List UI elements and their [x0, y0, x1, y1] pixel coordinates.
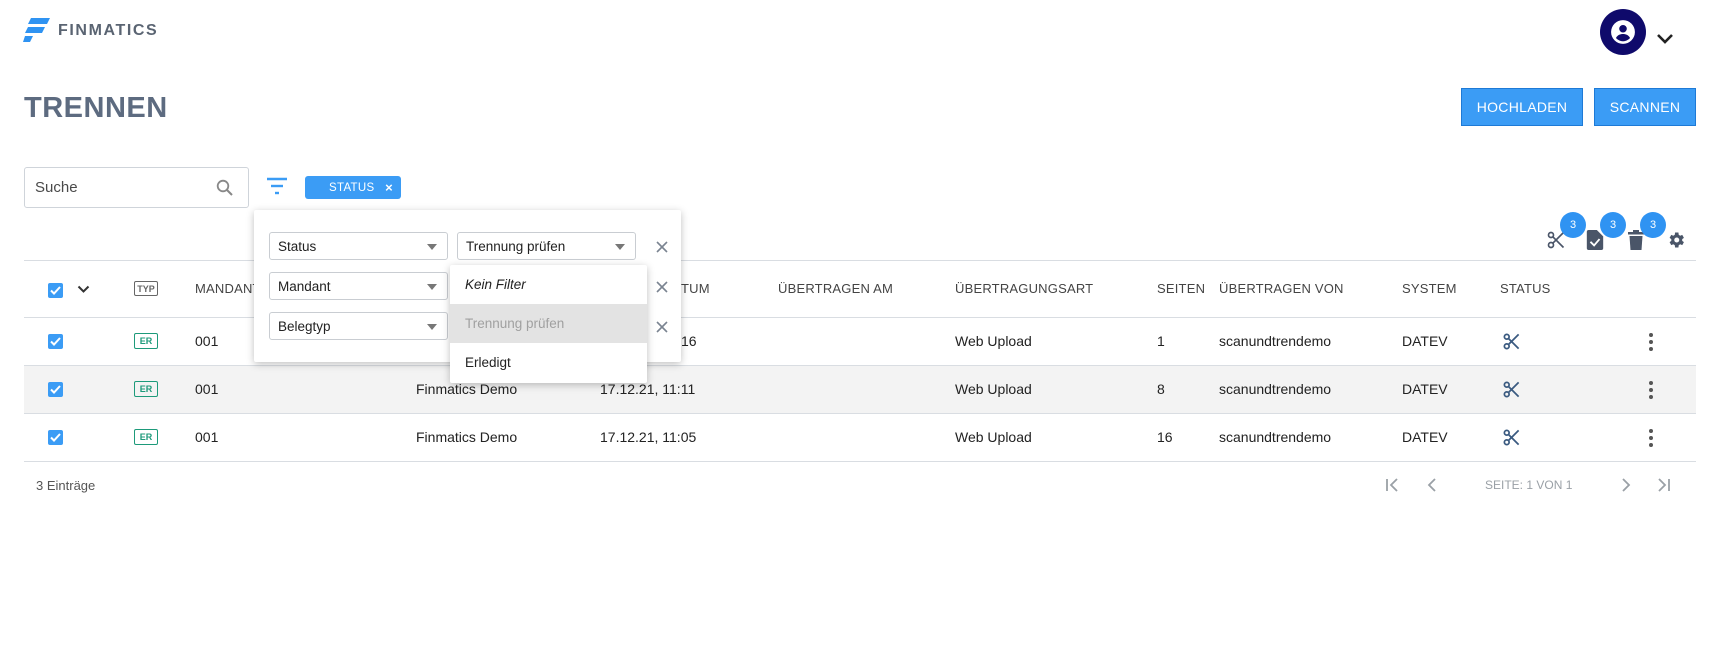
cell-seiten: 16 — [1157, 429, 1173, 445]
filter-field-value: Mandant — [278, 278, 331, 294]
split-status-icon[interactable] — [1502, 380, 1521, 399]
next-page-icon[interactable] — [1618, 477, 1634, 493]
remove-filter-chip-icon[interactable]: × — [385, 180, 393, 195]
delete-count-badge: 3 — [1640, 212, 1666, 238]
cell-seiten: 8 — [1157, 381, 1165, 397]
filter-field-select[interactable]: Status — [269, 232, 448, 260]
document-type-badge: ER — [134, 429, 158, 445]
page-title: TRENNEN — [24, 92, 168, 124]
approve-document-icon[interactable] — [1586, 230, 1604, 250]
previous-page-icon[interactable] — [1424, 477, 1440, 493]
remove-filter-row-icon[interactable] — [656, 321, 668, 333]
scan-button[interactable]: SCANNEN — [1594, 88, 1696, 126]
caret-down-icon — [427, 284, 437, 290]
status-filter-chip-label: STATUS — [329, 181, 375, 194]
cell-system: DATEV — [1402, 381, 1448, 397]
split-status-icon[interactable] — [1502, 332, 1521, 351]
cell-system: DATEV — [1402, 333, 1448, 349]
cell-mandant: 001 — [195, 429, 219, 445]
select-all-checkbox[interactable] — [48, 283, 63, 298]
search-box — [24, 167, 249, 208]
remove-filter-row-icon[interactable] — [656, 241, 668, 253]
filter-field-select[interactable]: Mandant — [269, 272, 448, 300]
dropdown-option-trennung-pruefen[interactable]: Trennung prüfen — [450, 304, 647, 343]
upload-button[interactable]: HOCHLADEN — [1461, 88, 1583, 126]
finmatics-logo[interactable]: FINMATICS — [23, 18, 158, 44]
cell-datum: 17.12.21, 11:11 — [600, 381, 696, 397]
column-header-system[interactable]: SYSTEM — [1402, 281, 1457, 296]
brand-name: FINMATICS — [58, 22, 159, 39]
last-page-icon[interactable] — [1656, 477, 1672, 493]
filter-icon[interactable] — [266, 177, 288, 195]
cell-datum: 16 — [681, 333, 697, 349]
dropdown-option-erledigt[interactable]: Erledigt — [450, 343, 647, 382]
row-divider — [24, 365, 1696, 366]
page-indicator: SEITE: 1 VON 1 — [1485, 478, 1573, 492]
cell-mandant: 001 — [195, 381, 219, 397]
approve-count-badge: 3 — [1600, 212, 1626, 238]
split-count-badge: 3 — [1560, 212, 1586, 238]
delete-icon[interactable] — [1628, 230, 1644, 250]
first-page-icon[interactable] — [1384, 477, 1400, 493]
search-icon[interactable] — [216, 179, 234, 197]
row-more-menu-icon[interactable] — [1649, 429, 1653, 447]
row-more-menu-icon[interactable] — [1649, 381, 1653, 399]
user-avatar[interactable] — [1600, 9, 1646, 55]
cell-uebertragen-von: scanundtrendemo — [1219, 429, 1332, 445]
column-header-mandant[interactable]: MANDANT — [195, 281, 261, 296]
filter-value-select[interactable]: Trennung prüfen — [457, 232, 636, 260]
account-circle-icon — [1611, 20, 1635, 44]
filter-field-value: Belegtyp — [278, 318, 331, 334]
cell-seiten: 1 — [1157, 333, 1165, 349]
dropdown-option-no-filter[interactable]: Kein Filter — [450, 265, 647, 304]
document-type-badge: ER — [134, 381, 158, 397]
column-header-uebertragen-am[interactable]: ÜBERTRAGEN AM — [778, 281, 893, 296]
entry-count: 3 Einträge — [36, 478, 96, 493]
cell-uebertragen-von: scanundtrendemo — [1219, 381, 1332, 397]
cell-uebertragungsart: Web Upload — [955, 333, 1032, 349]
cell-uebertragen-von: scanundtrendemo — [1219, 333, 1332, 349]
filter-field-select[interactable]: Belegtyp — [269, 312, 448, 340]
row-checkbox[interactable] — [48, 382, 63, 397]
column-header-status[interactable]: STATUS — [1500, 281, 1551, 296]
settings-gear-icon[interactable] — [1666, 230, 1686, 250]
filter-field-value: Status — [278, 238, 317, 254]
row-divider — [24, 461, 1696, 462]
cell-uebertragungsart: Web Upload — [955, 381, 1032, 397]
finmatics-logo-icon — [23, 18, 50, 42]
status-value-dropdown: Kein Filter Trennung prüfen Erledigt — [450, 265, 647, 383]
caret-down-icon — [427, 244, 437, 250]
cell-uebertragungsart: Web Upload — [955, 429, 1032, 445]
cell-mandant: 001 — [195, 333, 219, 349]
caret-down-icon — [615, 244, 625, 250]
row-more-menu-icon[interactable] — [1649, 333, 1653, 351]
document-type-badge: ER — [134, 333, 158, 349]
column-header-seiten[interactable]: SEITEN — [1157, 281, 1205, 296]
search-input[interactable] — [35, 179, 205, 196]
cell-name: Finmatics Demo — [416, 381, 518, 397]
cell-datum: 17.12.21, 11:05 — [600, 429, 697, 445]
cell-system: DATEV — [1402, 429, 1448, 445]
row-checkbox[interactable] — [48, 334, 63, 349]
remove-filter-row-icon[interactable] — [656, 281, 668, 293]
cell-name: Finmatics Demo — [416, 429, 518, 445]
user-menu-chevron-icon[interactable] — [1656, 32, 1674, 48]
row-divider — [24, 413, 1696, 414]
column-header-uebertragungsart[interactable]: ÜBERTRAGUNGSART — [955, 281, 1093, 296]
select-menu-chevron-icon[interactable] — [77, 285, 90, 294]
row-checkbox[interactable] — [48, 430, 63, 445]
filter-value-text: Trennung prüfen — [466, 238, 566, 254]
column-header-datum[interactable]: TUM — [681, 281, 710, 296]
split-status-icon[interactable] — [1502, 428, 1521, 447]
column-header-typ[interactable]: TYP — [134, 281, 158, 296]
caret-down-icon — [427, 324, 437, 330]
status-filter-chip[interactable]: STATUS × — [305, 176, 401, 199]
column-header-uebertragen-von[interactable]: ÜBERTRAGEN VON — [1219, 281, 1344, 296]
